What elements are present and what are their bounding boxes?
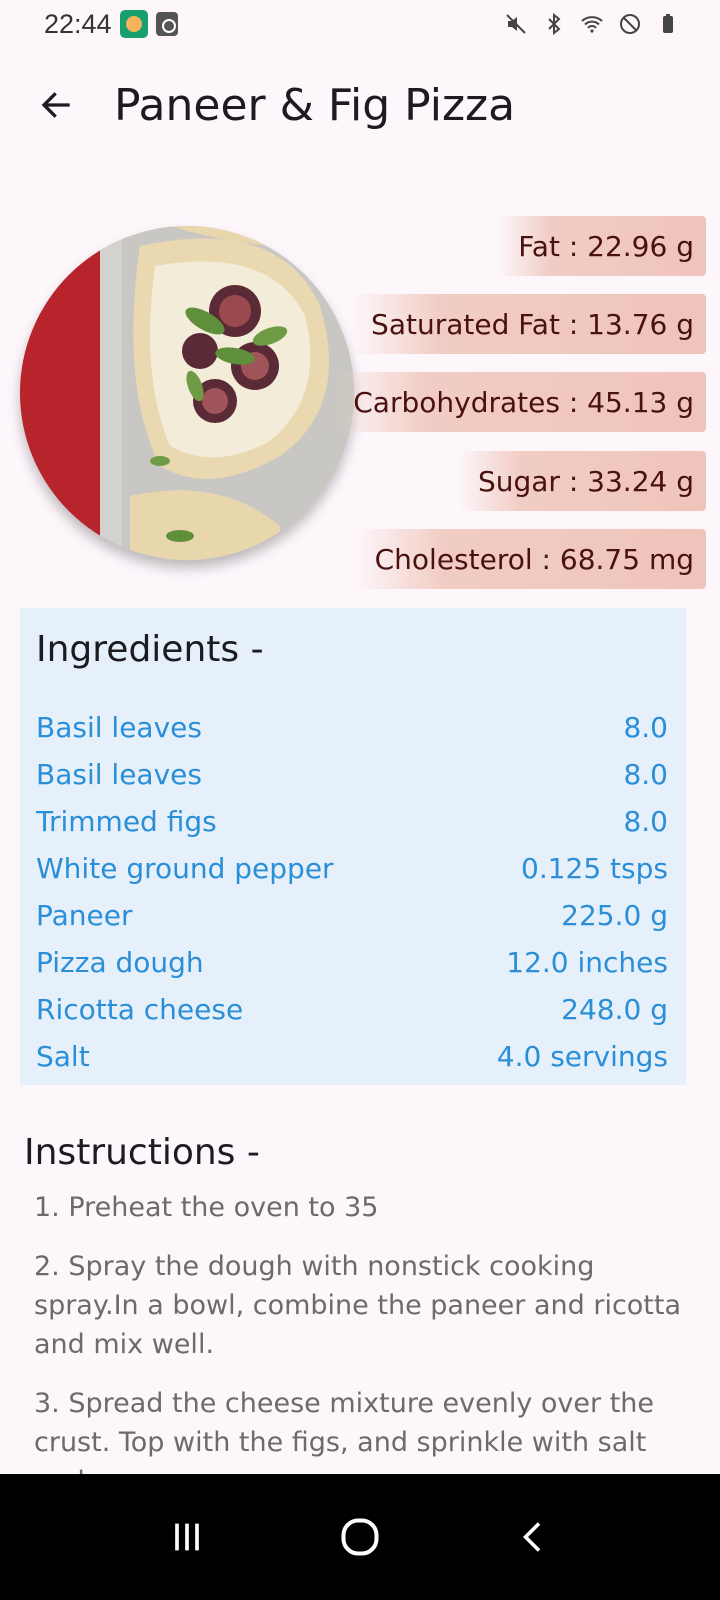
ingredient-qty: 4.0 servings bbox=[496, 1040, 668, 1073]
instructions-list: 1. Preheat the oven to 35 2. Spray the d… bbox=[34, 1188, 684, 1521]
status-bar: 22:44 bbox=[0, 0, 720, 48]
ingredients-title: Ingredients - bbox=[36, 629, 264, 670]
nutrition-cholesterol-label: Cholesterol : 68.75 mg bbox=[354, 529, 706, 589]
ingredient-name: Trimmed figs bbox=[36, 805, 217, 838]
ingredients-list: Basil leaves 8.0 Basil leaves 8.0 Trimme… bbox=[36, 704, 670, 1080]
nav-back-button[interactable] bbox=[493, 1497, 573, 1577]
app-bar: Paneer & Fig Pizza bbox=[0, 60, 720, 150]
wifi-icon bbox=[580, 12, 604, 36]
ingredient-name: Basil leaves bbox=[36, 711, 202, 744]
instruction-step: 1. Preheat the oven to 35 bbox=[34, 1192, 379, 1223]
nutrition-fat-label: Fat : 22.96 g bbox=[498, 216, 706, 276]
ingredient-qty: 8.0 bbox=[623, 758, 668, 791]
ingredient-name: Salt bbox=[36, 1040, 90, 1073]
nutrition-sugar: Sugar : 33.24 g bbox=[457, 451, 706, 511]
ingredient-qty: 12.0 inches bbox=[506, 946, 668, 979]
ingredient-row: Basil leaves 8.0 bbox=[36, 704, 670, 751]
nutrition-cholesterol: Cholesterol : 68.75 mg bbox=[354, 529, 706, 589]
status-time: 22:44 bbox=[44, 8, 112, 39]
ingredient-name: Pizza dough bbox=[36, 946, 204, 979]
ingredient-qty: 248.0 g bbox=[561, 993, 668, 1026]
back-button[interactable] bbox=[28, 77, 84, 133]
ingredients-card: Ingredients - Basil leaves 8.0 Basil lea… bbox=[20, 608, 686, 1085]
nav-back-icon bbox=[523, 1522, 541, 1552]
ingredient-name: Basil leaves bbox=[36, 758, 202, 791]
app-notification-icon bbox=[119, 10, 148, 38]
ingredient-qty: 8.0 bbox=[623, 805, 668, 838]
page-title: Paneer & Fig Pizza bbox=[114, 79, 516, 131]
nutrition-carbohydrates: Carbohydrates : 45.13 g bbox=[333, 372, 706, 432]
nutrition-saturated-fat: Saturated Fat : 13.76 g bbox=[351, 294, 706, 354]
do-not-disturb-icon bbox=[618, 12, 642, 36]
ingredient-name: Paneer bbox=[36, 899, 133, 932]
instructions-title: Instructions - bbox=[24, 1132, 260, 1173]
mute-icon bbox=[504, 12, 528, 36]
bluetooth-icon bbox=[542, 12, 566, 36]
ingredient-row: Basil leaves 8.0 bbox=[36, 751, 670, 798]
ingredient-row: White ground pepper 0.125 tsps bbox=[36, 845, 670, 892]
arrow-back-icon bbox=[41, 92, 70, 118]
clock-notification-icon bbox=[155, 12, 178, 36]
ingredient-qty: 225.0 g bbox=[561, 899, 668, 932]
ingredient-row: Paneer 225.0 g bbox=[36, 892, 670, 939]
nutrition-carbohydrates-label: Carbohydrates : 45.13 g bbox=[333, 372, 706, 432]
nutrition-saturated-fat-label: Saturated Fat : 13.76 g bbox=[351, 294, 706, 354]
ingredient-row: Trimmed figs 8.0 bbox=[36, 798, 670, 845]
nutrition-fat: Fat : 22.96 g bbox=[498, 216, 706, 276]
home-button[interactable] bbox=[320, 1497, 400, 1577]
recipe-image bbox=[20, 226, 354, 560]
nutrition-sugar-label: Sugar : 33.24 g bbox=[457, 451, 706, 511]
status-left: 22:44 bbox=[44, 9, 178, 40]
ingredient-name: Ricotta cheese bbox=[36, 993, 244, 1026]
home-icon bbox=[341, 1518, 379, 1556]
ingredient-name: White ground pepper bbox=[36, 852, 334, 885]
ingredient-qty: 0.125 tsps bbox=[521, 852, 668, 885]
ingredient-qty: 8.0 bbox=[623, 711, 668, 744]
ingredient-row: Ricotta cheese 248.0 g bbox=[36, 986, 670, 1033]
recent-apps-button[interactable] bbox=[147, 1497, 227, 1577]
ingredient-row: Salt 4.0 servings bbox=[36, 1033, 670, 1080]
recent-apps-icon bbox=[174, 1523, 199, 1551]
status-right bbox=[504, 12, 680, 36]
system-nav-bar bbox=[0, 1474, 720, 1600]
battery-icon bbox=[656, 12, 680, 36]
ingredient-row: Pizza dough 12.0 inches bbox=[36, 939, 670, 986]
instruction-step: 2. Spray the dough with nonstick cooking… bbox=[34, 1251, 682, 1360]
